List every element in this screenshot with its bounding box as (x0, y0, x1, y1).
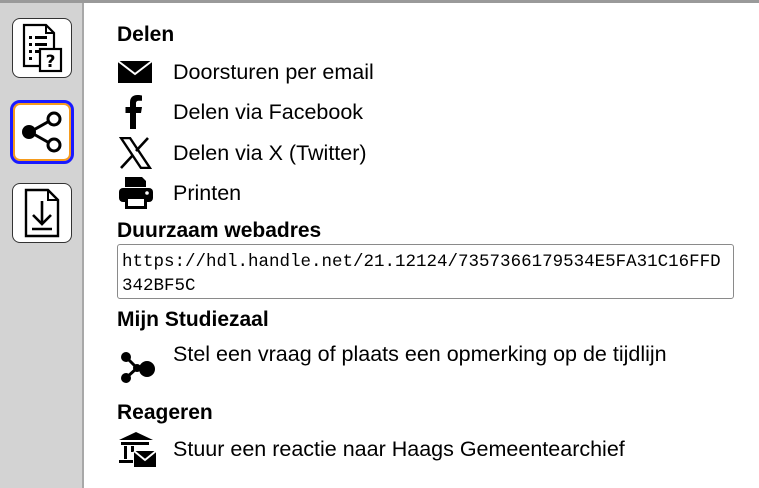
timeline-share-icon (117, 340, 161, 396)
share-facebook-link[interactable]: Delen via Facebook (117, 94, 363, 130)
permalink-field[interactable]: https://hdl.handle.net/21.12124/73573661… (117, 244, 734, 299)
reageren-section-title: Reageren (117, 401, 213, 424)
envelope-icon (117, 54, 161, 90)
share-x-label: Delen via X (Twitter) (173, 140, 367, 165)
studiezaal-timeline-label: Stel een vraag of plaats een opmerking o… (173, 342, 667, 366)
document-question-icon: ? (22, 23, 63, 73)
facebook-icon (117, 94, 161, 130)
print-label: Printen (173, 180, 242, 205)
studiezaal-timeline-link[interactable]: Stel een vraag of plaats een opmerking o… (117, 340, 693, 396)
svg-text:?: ? (46, 52, 56, 72)
printer-icon (117, 175, 161, 211)
download-icon (24, 188, 60, 238)
x-twitter-icon (117, 135, 161, 171)
studiezaal-section-title: Mijn Studiezaal (117, 308, 269, 331)
reageren-link[interactable]: Stuur een reactie naar Haags Gemeentearc… (117, 431, 625, 467)
share-section-title: Delen (117, 23, 175, 46)
print-link[interactable]: Printen (117, 175, 241, 211)
share-x-link[interactable]: Delen via X (Twitter) (117, 135, 367, 171)
share-facebook-label: Delen via Facebook (173, 99, 364, 124)
share-email-label: Doorsturen per email (173, 59, 374, 84)
info-button[interactable]: ? (12, 18, 72, 78)
permalink-section-title: Duurzaam webadres (117, 219, 322, 242)
archive-mail-icon (117, 431, 161, 467)
top-border (0, 0, 759, 3)
reageren-label: Stuur een reactie naar Haags Gemeentearc… (173, 436, 625, 461)
share-button[interactable] (10, 100, 74, 164)
share-icon (22, 111, 62, 153)
download-button[interactable] (12, 183, 72, 243)
share-email-link[interactable]: Doorsturen per email (117, 54, 374, 90)
sidebar: ? (0, 3, 84, 488)
